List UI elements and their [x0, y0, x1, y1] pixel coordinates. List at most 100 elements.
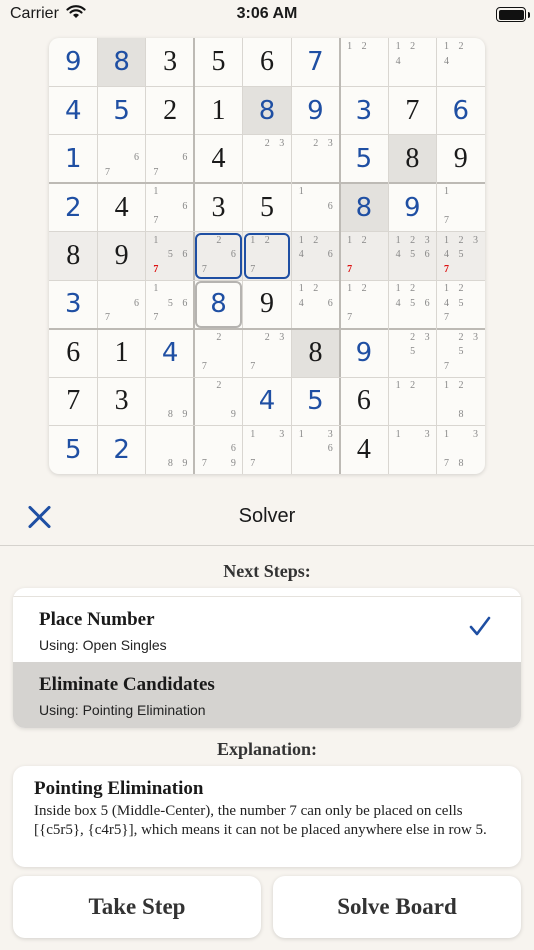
sudoku-cell[interactable]: 2: [49, 183, 97, 231]
sudoku-cell[interactable]: 13: [388, 426, 436, 474]
sudoku-cell[interactable]: 124: [437, 38, 485, 86]
sudoku-cell[interactable]: 1 6 7: [146, 183, 194, 231]
sudoku-cell[interactable]: 23: [243, 135, 291, 183]
sudoku-cell[interactable]: 6: [243, 38, 291, 86]
pencil-mark: 4: [444, 249, 450, 261]
sudoku-cell[interactable]: 9: [243, 280, 291, 328]
sudoku-cell[interactable]: 123 457: [436, 231, 485, 281]
sudoku-cell[interactable]: 23: [291, 135, 339, 183]
sudoku-cell[interactable]: 9: [49, 38, 97, 86]
sudoku-cell[interactable]: 7: [49, 377, 97, 425]
sudoku-cell[interactable]: 4: [49, 86, 97, 134]
sudoku-cell[interactable]: 6: [49, 329, 97, 377]
sudoku-cell[interactable]: 8: [49, 231, 98, 281]
cell-value: 3: [64, 289, 82, 320]
pencil-mark: 1: [347, 283, 353, 295]
sudoku-cell[interactable]: 4: [340, 426, 388, 474]
sudoku-cell[interactable]: 3: [194, 183, 242, 231]
clock: 3:06 AM: [236, 5, 298, 22]
sudoku-cell[interactable]: 1567: [146, 280, 194, 328]
sudoku-cell[interactable]: 2357: [437, 329, 485, 377]
next-steps-list: Place Number Using: Open Singles Elimina…: [13, 588, 521, 728]
sudoku-cell[interactable]: 5: [49, 426, 97, 474]
sudoku-cell[interactable]: 7: [388, 86, 436, 134]
sudoku-cell[interactable]: 3: [97, 377, 145, 425]
cell-value: 7: [66, 385, 81, 417]
sudoku-cell[interactable]: 89: [146, 377, 194, 425]
sudoku-cell[interactable]: 3: [340, 86, 388, 134]
sudoku-cell[interactable]: 12 7: [339, 231, 389, 281]
sudoku-cell[interactable]: 6: [437, 86, 485, 134]
pencil-mark: 4: [395, 297, 401, 309]
pencil-mark: 2: [458, 41, 464, 52]
sudoku-cell[interactable]: 2: [97, 426, 145, 474]
placement-cell-outline: [195, 281, 242, 328]
sudoku-cell[interactable]: 16: [291, 183, 339, 231]
pencil-mark: 1: [153, 234, 159, 246]
sudoku-cell[interactable]: 124 6: [291, 280, 339, 328]
sudoku-cell[interactable]: 4: [194, 135, 242, 183]
sudoku-cell[interactable]: 1: [49, 135, 97, 183]
sudoku-cell[interactable]: 5: [97, 86, 145, 134]
sudoku-cell[interactable]: 5: [291, 377, 339, 425]
solve-board-button[interactable]: Solve Board: [273, 876, 521, 938]
sudoku-cell[interactable]: 8: [291, 328, 340, 378]
sudoku-cell[interactable]: 5: [194, 38, 242, 86]
sudoku-cell[interactable]: 5: [243, 183, 291, 231]
step-eliminate-candidates[interactable]: Eliminate Candidates Using: Pointing Eli…: [13, 662, 521, 728]
sudoku-cell[interactable]: 12457: [437, 280, 485, 328]
sudoku-cell[interactable]: 12: [388, 377, 436, 425]
take-step-button[interactable]: Take Step: [13, 876, 261, 938]
sudoku-cell[interactable]: 1567: [145, 231, 195, 281]
grid-line: [387, 38, 389, 474]
sudoku-cell[interactable]: 4: [97, 183, 145, 231]
sudoku-cell[interactable]: 6 7 9: [194, 426, 242, 474]
sudoku-cell[interactable]: 29: [194, 377, 242, 425]
sudoku-cell[interactable]: 8: [388, 134, 437, 184]
grid-line: [96, 38, 98, 474]
sudoku-cell[interactable]: 67: [97, 135, 145, 183]
pencil-mark: 6: [327, 443, 333, 455]
sudoku-cell[interactable]: 23 7: [243, 329, 291, 377]
sudoku-cell[interactable]: 1 3 7: [243, 426, 291, 474]
sudoku-cell[interactable]: 6: [340, 377, 388, 425]
step-place-number[interactable]: Place Number Using: Open Singles: [13, 596, 521, 662]
sudoku-cell[interactable]: 8: [339, 183, 389, 232]
sudoku-cell[interactable]: 1 3 6: [291, 426, 339, 474]
sudoku-cell[interactable]: 12 7: [340, 280, 388, 328]
sudoku-cell[interactable]: 1 3 78: [437, 426, 485, 474]
sudoku-cell[interactable]: 1: [194, 86, 242, 134]
pencil-mark: 2: [458, 234, 464, 246]
sudoku-cell[interactable]: 2: [146, 86, 194, 134]
sudoku-cell[interactable]: 123 456: [388, 231, 437, 281]
sudoku-cell[interactable]: 67: [97, 280, 145, 328]
sudoku-cell[interactable]: 9: [388, 183, 436, 231]
sudoku-cell[interactable]: 9: [340, 329, 388, 377]
sudoku-cell[interactable]: 3: [49, 280, 97, 328]
sudoku-cell[interactable]: 124 6: [291, 231, 340, 281]
sudoku-cell[interactable]: 17: [437, 183, 485, 231]
sudoku-cell[interactable]: 4: [243, 377, 291, 425]
sudoku-cell[interactable]: 12456: [388, 280, 436, 328]
sudoku-cell[interactable]: 9: [437, 135, 485, 183]
sudoku-cell[interactable]: 8: [242, 86, 292, 135]
sudoku-cell[interactable]: 235: [388, 329, 436, 377]
sudoku-cell[interactable]: 8: [97, 38, 146, 87]
sudoku-cell[interactable]: 5: [340, 135, 388, 183]
sudoku-cell[interactable]: 3: [146, 38, 194, 86]
pencil-mark: 1: [347, 234, 353, 246]
cell-value: 7: [405, 94, 420, 126]
sudoku-cell[interactable]: 27: [194, 329, 242, 377]
cell-value: 9: [355, 337, 373, 368]
sudoku-cell[interactable]: 12 8: [437, 377, 485, 425]
sudoku-cell[interactable]: 12: [340, 38, 388, 86]
sudoku-cell[interactable]: 1: [97, 329, 145, 377]
sudoku-cell[interactable]: 7: [291, 38, 339, 86]
sudoku-cell[interactable]: 9: [291, 86, 339, 134]
sudoku-cell[interactable]: 4: [146, 329, 194, 377]
sudoku-cell[interactable]: 124: [388, 38, 436, 86]
sudoku-cell[interactable]: 89: [146, 426, 194, 474]
pencil-mark: 6: [133, 152, 139, 164]
sudoku-cell[interactable]: 9: [97, 231, 146, 281]
sudoku-cell[interactable]: 67: [146, 135, 194, 183]
